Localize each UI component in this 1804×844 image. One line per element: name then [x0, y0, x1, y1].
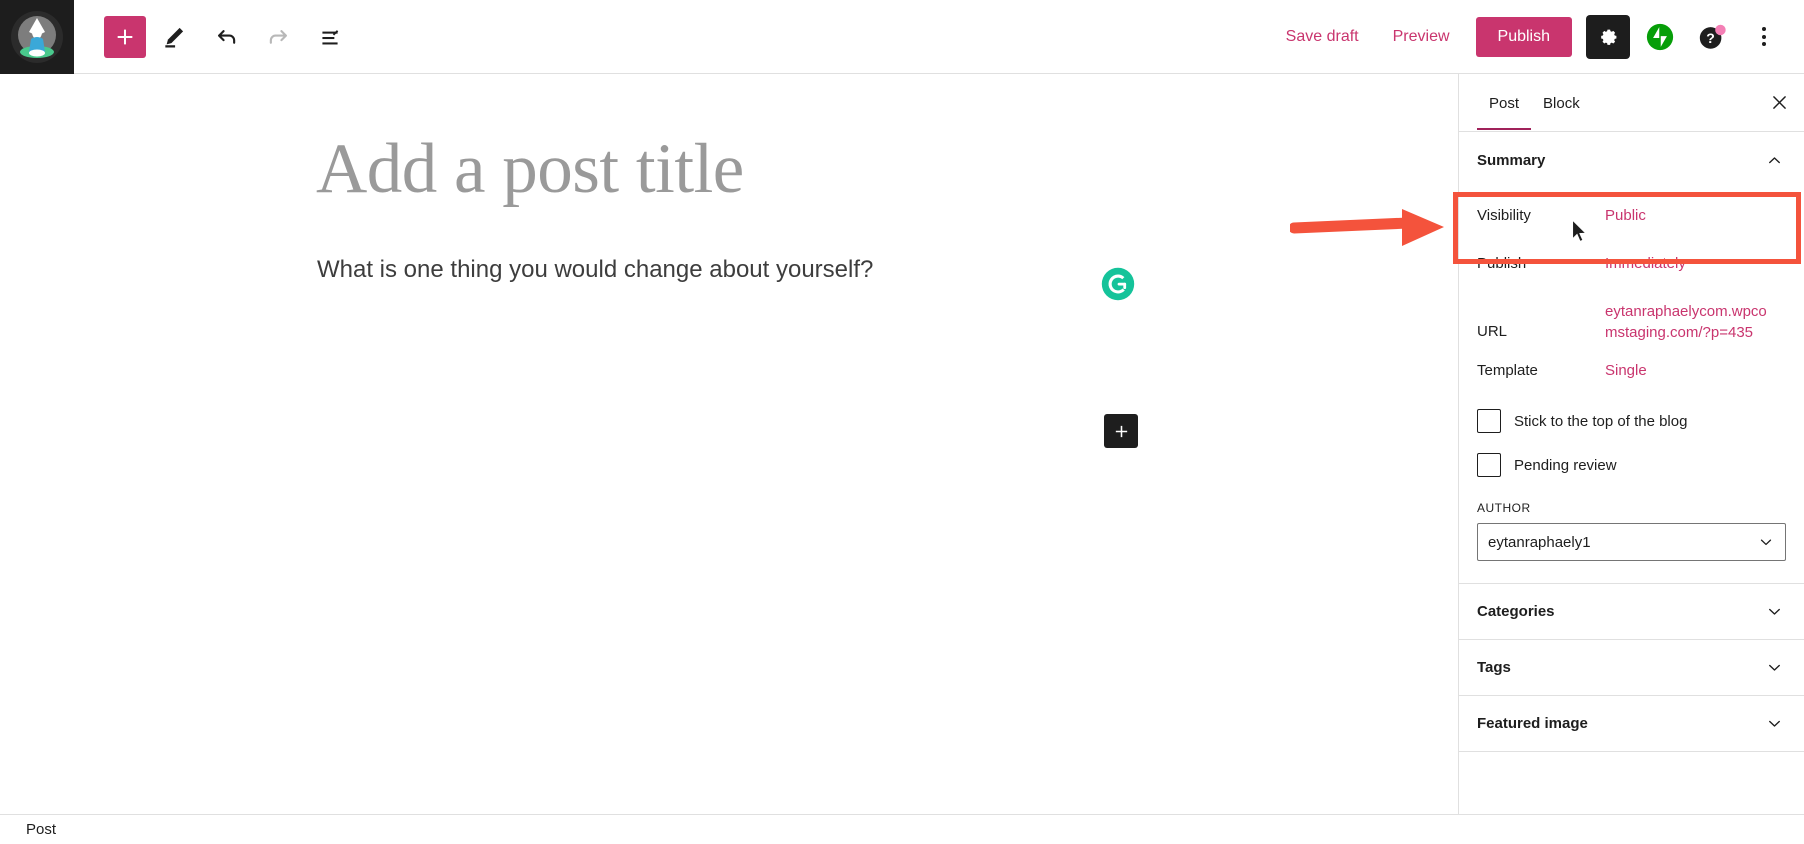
- publish-value-button[interactable]: Immediately: [1605, 252, 1686, 275]
- help-button[interactable]: ?: [1690, 15, 1734, 59]
- panel-header-summary[interactable]: Summary: [1459, 132, 1804, 188]
- undo-button[interactable]: [202, 13, 250, 61]
- add-block-button[interactable]: [104, 15, 146, 58]
- site-logo-button[interactable]: [0, 0, 74, 74]
- svg-text:?: ?: [1706, 30, 1715, 46]
- document-details-button[interactable]: [306, 13, 354, 61]
- url-label: URL: [1477, 323, 1508, 340]
- status-breadcrumb-post[interactable]: Post: [26, 821, 56, 838]
- settings-button[interactable]: [1586, 14, 1630, 59]
- tools-pencil-button[interactable]: [150, 13, 198, 61]
- paragraph-block[interactable]: What is one thing you would change about…: [317, 252, 873, 288]
- checkbox-pending-review[interactable]: Pending review: [1477, 443, 1786, 487]
- undo-arrow-icon: [217, 30, 235, 44]
- document-outline-icon: [322, 29, 339, 44]
- chevron-down-icon: [1762, 656, 1786, 680]
- visibility-value-button[interactable]: Public: [1605, 206, 1646, 227]
- template-value-button[interactable]: Single: [1605, 359, 1647, 382]
- panel-header-tags[interactable]: Tags: [1459, 640, 1804, 697]
- panel-header-categories[interactable]: Categories: [1459, 584, 1804, 641]
- author-section-label: AUTHOR: [1477, 501, 1531, 516]
- panel-header-featured-image[interactable]: Featured image: [1459, 696, 1804, 753]
- post-title-input[interactable]: Add a post title: [316, 130, 744, 210]
- summary-panel-body: Visibility Public Publish Immediately UR…: [1459, 188, 1804, 562]
- toolbar-left-group: [74, 0, 354, 73]
- url-value-button[interactable]: eytanraphaelycom.wpcomstaging.com/?p=435: [1605, 300, 1773, 343]
- wordpress-block-editor: Save draft Preview Publish ? Add a post …: [0, 0, 1804, 844]
- panel-title-summary: Summary: [1477, 151, 1546, 169]
- panel-title-categories: Categories: [1477, 603, 1555, 621]
- summary-row-template: Template Single: [1477, 351, 1786, 399]
- tab-block[interactable]: Block: [1531, 77, 1592, 129]
- redo-arrow-icon: [269, 30, 287, 44]
- visibility-label: Visibility: [1477, 206, 1531, 224]
- publish-label: Publish: [1477, 255, 1527, 272]
- more-options-button[interactable]: [1742, 15, 1786, 59]
- author-select[interactable]: eytanraphaely1: [1477, 523, 1786, 562]
- jetpack-button[interactable]: [1638, 15, 1682, 59]
- chevron-down-icon: [1762, 712, 1786, 736]
- preview-button[interactable]: Preview: [1377, 19, 1466, 55]
- save-draft-button[interactable]: Save draft: [1270, 19, 1375, 55]
- more-vertical-dots-icon: [1762, 27, 1766, 46]
- post-settings-sidebar: Post Block Summary Visibility Public Pub…: [1458, 74, 1804, 814]
- summary-row-publish: Publish Immediately: [1477, 244, 1786, 292]
- inline-block-inserter-button[interactable]: [1104, 414, 1138, 448]
- panel-title-tags: Tags: [1477, 659, 1511, 677]
- checkbox-box-icon: [1477, 409, 1501, 434]
- summary-row-visibility: Visibility Public: [1477, 188, 1786, 244]
- summary-row-url: URL eytanraphaelycom.wpcomstaging.com/?p…: [1477, 292, 1786, 351]
- redo-button[interactable]: [254, 13, 302, 61]
- grammarly-g-icon[interactable]: [1100, 266, 1136, 302]
- close-sidebar-button[interactable]: [1760, 84, 1798, 122]
- chevron-down-icon: [1762, 600, 1786, 624]
- editor-status-bar: Post: [0, 814, 1804, 844]
- editor-canvas: Add a post title What is one thing you w…: [0, 74, 1458, 814]
- checkbox-sticky-post[interactable]: Stick to the top of the blog: [1477, 399, 1786, 443]
- chevron-down-icon: [1757, 533, 1775, 551]
- toolbar-right-group: Save draft Preview Publish ?: [1270, 0, 1804, 73]
- plus-icon: [117, 29, 133, 44]
- sidebar-tab-bar: Post Block: [1459, 74, 1804, 132]
- close-x-icon: [1772, 96, 1786, 109]
- plus-icon: [1115, 425, 1127, 437]
- chevron-up-icon: [1762, 148, 1786, 172]
- checkbox-pending-review-label: Pending review: [1514, 456, 1617, 474]
- gear-icon: [1601, 29, 1617, 45]
- panel-title-featured-image: Featured image: [1477, 715, 1588, 733]
- template-label: Template: [1477, 362, 1538, 380]
- editor-top-toolbar: Save draft Preview Publish ?: [0, 0, 1804, 74]
- checkbox-sticky-post-label: Stick to the top of the blog: [1514, 412, 1688, 430]
- jetpack-bolt-icon: [1646, 23, 1674, 50]
- help-question-icon: ?: [1699, 24, 1726, 49]
- author-select-value: eytanraphaely1: [1488, 533, 1591, 551]
- tab-post[interactable]: Post: [1477, 77, 1532, 130]
- pencil-icon: [165, 27, 184, 48]
- yoga-meditation-logo: [11, 11, 63, 63]
- checkbox-box-icon: [1477, 453, 1501, 478]
- publish-button[interactable]: Publish: [1475, 16, 1572, 57]
